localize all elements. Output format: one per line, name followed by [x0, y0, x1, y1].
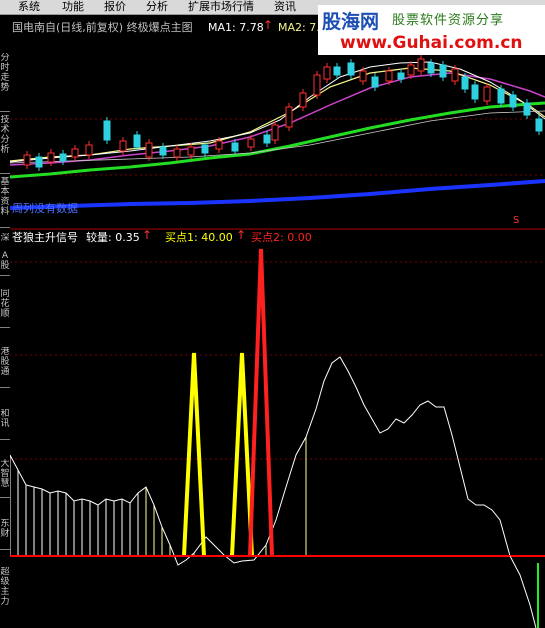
sell-signal-mark: S	[513, 215, 520, 226]
candle	[313, 74, 321, 96]
candle	[215, 140, 223, 150]
menu-system[interactable]: 系统	[18, 0, 40, 14]
banner-logo: 股海网	[322, 11, 380, 33]
volume-trend-arrow: ↑	[142, 228, 153, 242]
buy1-trend-arrow: ↑	[236, 228, 247, 242]
candle	[385, 70, 393, 82]
candle	[271, 124, 279, 141]
indicator-line	[10, 356, 511, 566]
candle	[119, 140, 127, 152]
sidebar-tab-super-main[interactable]: 超级主力	[0, 567, 10, 623]
candle	[439, 64, 447, 78]
candle	[35, 156, 43, 168]
candle	[371, 76, 379, 88]
candle	[247, 138, 255, 148]
candle	[145, 142, 153, 158]
candle	[85, 144, 93, 156]
candle	[523, 102, 531, 116]
buy-point-1-label: 买点1: 40.00	[165, 231, 233, 244]
sidebar-divider	[0, 439, 10, 440]
candle	[333, 66, 341, 76]
sidebar-divider	[0, 387, 10, 388]
indicator-title: 苍狼主升信号	[12, 231, 78, 244]
indicator-volume-label: 较量: 0.35	[86, 231, 140, 244]
sidebar-tab-fundamentals[interactable]: 基本资料	[0, 177, 10, 225]
sidebar-divider	[0, 275, 10, 276]
menu-extended-market[interactable]: 扩展市场行情	[188, 0, 254, 14]
chart-area[interactable]	[10, 15, 545, 628]
candle	[347, 62, 355, 76]
candle	[451, 68, 459, 82]
sidebar-tab-eastmoney[interactable]: 东财	[0, 519, 10, 543]
candle	[103, 120, 111, 141]
candle	[397, 72, 405, 80]
candle	[133, 134, 141, 148]
buy1-signal-spike-b	[230, 352, 254, 557]
ma1-label: MA1: 7.78	[208, 21, 264, 34]
candle	[231, 142, 239, 152]
menu-analysis[interactable]: 分析	[146, 0, 168, 14]
indicator-bars	[10, 437, 307, 556]
candle	[483, 86, 491, 102]
banner-url: www.Guhai.com.cn	[340, 33, 523, 53]
candle	[23, 154, 31, 166]
sidebar-divider	[0, 227, 10, 228]
sidebar-divider	[0, 173, 10, 174]
sidebar-divider	[0, 327, 10, 328]
candle	[427, 62, 435, 74]
candle	[71, 148, 79, 158]
buy-point-2-label: 买点2: 0.00	[251, 231, 312, 244]
sidebar-tab-intraday[interactable]: 分时走势	[0, 53, 10, 109]
sidebar-divider	[0, 497, 10, 498]
menu-function[interactable]: 功能	[62, 0, 84, 14]
candle	[417, 58, 425, 72]
candle	[461, 76, 469, 90]
candle	[285, 106, 293, 128]
candle	[323, 66, 331, 80]
candle	[59, 153, 67, 162]
candle	[509, 94, 517, 108]
sidebar-divider	[0, 549, 10, 550]
menu-quote[interactable]: 报价	[104, 0, 126, 14]
candle	[187, 146, 195, 156]
candle	[47, 152, 55, 163]
ma5-line	[10, 179, 545, 210]
candle	[535, 118, 543, 132]
sidebar-tab-hexun[interactable]: 和讯	[0, 409, 10, 433]
sidebar-tab-ths[interactable]: 同花顺	[0, 289, 10, 323]
candle	[173, 148, 181, 158]
candle	[497, 88, 505, 104]
indicator-line-tail	[509, 555, 537, 628]
sidebar-tab-hk-connect[interactable]: 港股通	[0, 347, 10, 381]
candle	[407, 64, 415, 76]
no-data-notice: 周列没有数据	[12, 202, 78, 215]
candle	[471, 84, 479, 100]
sidebar-tab-shenzhen[interactable]: 深	[0, 233, 10, 245]
candle	[201, 144, 209, 154]
sidebar-tab-a-share[interactable]: A股	[0, 251, 10, 271]
candle	[159, 146, 167, 156]
main-chart-title: 国电南自(日线,前复权) 终极爆点主图	[12, 21, 193, 34]
menu-news[interactable]: 资讯	[274, 0, 296, 14]
sidebar-tab-technical[interactable]: 技术分析	[0, 115, 10, 171]
ma1-trend-arrow: ↑	[263, 18, 274, 32]
sidebar-tab-dzh[interactable]: 大智慧	[0, 459, 10, 493]
buy2-signal-spike	[248, 248, 274, 557]
sidebar-divider	[0, 111, 10, 112]
buy1-signal-spike-a	[182, 352, 206, 557]
watermark-banner: 股海网 股票软件资源分享 www.Guhai.com.cn	[318, 5, 545, 55]
sidebar: 分时走势 技术分析 基本资料 深 A股 同花顺 港股通 和讯 大智慧 东财 超级…	[0, 15, 10, 628]
candle	[263, 134, 271, 144]
candle	[359, 70, 367, 82]
candle	[299, 92, 307, 108]
banner-slogan: 股票软件资源分享	[392, 13, 505, 28]
